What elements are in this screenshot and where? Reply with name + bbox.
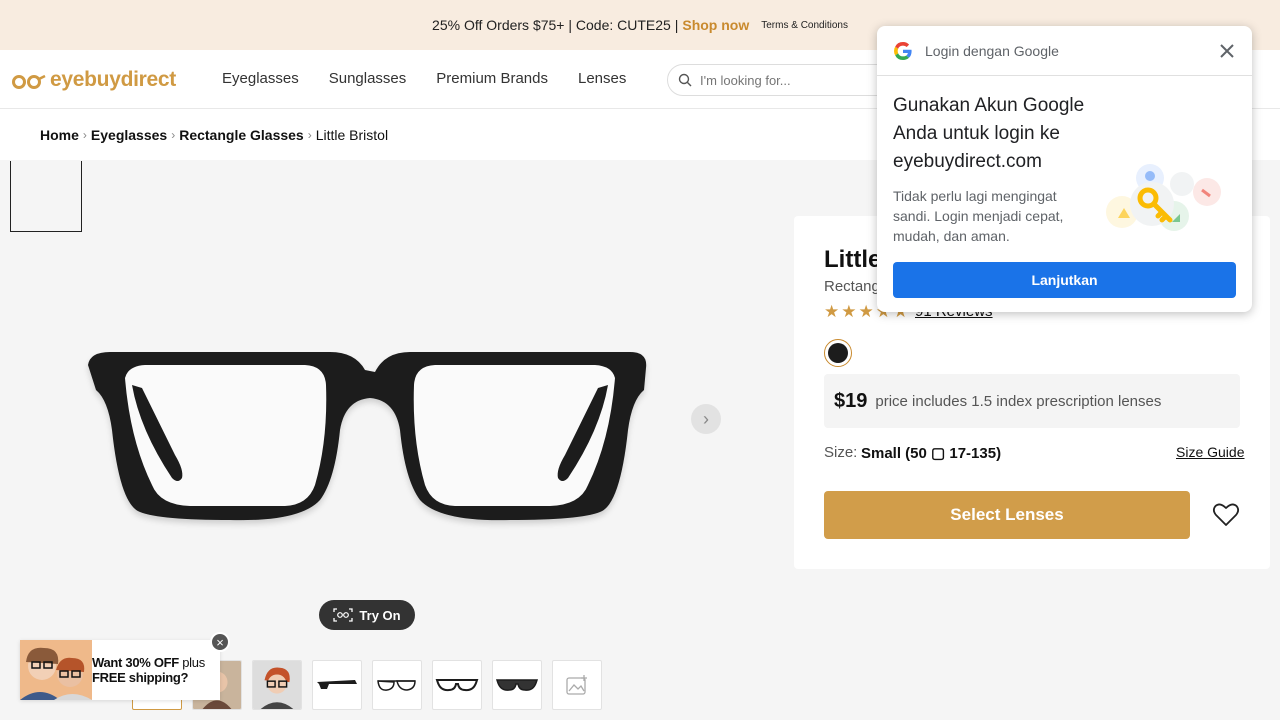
google-popup-description: Tidak perlu lagi mengingat sandi. Login … — [893, 188, 1064, 244]
google-popup-title: Login dengan Google — [925, 42, 1059, 59]
color-swatch-black[interactable] — [824, 339, 852, 367]
favorite-heart-icon[interactable] — [1212, 501, 1240, 529]
star-icon: ★ — [858, 302, 874, 321]
glasses-angle-thumbnail — [377, 680, 416, 691]
nav-eyeglasses[interactable]: Eyeglasses — [222, 70, 299, 87]
nav-premium-brands[interactable]: Premium Brands — [436, 70, 548, 87]
try-on-button[interactable]: Try On — [319, 600, 415, 630]
gallery-next-button[interactable]: › — [691, 404, 721, 434]
breadcrumb-separator-icon: › — [307, 127, 312, 142]
model-photo-thumbnail — [253, 661, 301, 709]
star-icon: ★ — [824, 302, 840, 321]
logo-glasses-icon — [12, 74, 46, 89]
thumbnail-7[interactable] — [492, 660, 542, 710]
nav-sunglasses[interactable]: Sunglasses — [329, 70, 407, 87]
google-login-popup: Login dengan Google Gunakan Akun Google … — [877, 26, 1252, 312]
promo-text: 25% Off Orders $75+ | Code: CUTE25 | — [432, 17, 679, 33]
add-photo-icon — [566, 675, 587, 695]
shop-now-link[interactable]: Shop now — [682, 17, 749, 33]
size-label: Size: — [824, 444, 858, 461]
google-popup-heading: Gunakan Akun Google Anda untuk login ke … — [893, 95, 1085, 172]
thumbnail-6[interactable] — [432, 660, 482, 710]
google-continue-button[interactable]: Lanjutkan — [893, 262, 1236, 298]
site-logo[interactable]: eyebuydirect — [12, 68, 176, 92]
google-popup-header: Login dengan Google — [877, 26, 1252, 76]
thumbnail-8[interactable] — [552, 660, 602, 710]
promo-models-image — [20, 640, 92, 700]
promo-popup-close-button[interactable]: × — [210, 632, 230, 652]
discount-promo-popup[interactable]: Want 30% OFF plus FREE shipping? — [20, 640, 220, 700]
breadcrumb-rectangle-glasses[interactable]: Rectangle Glasses — [179, 127, 304, 143]
logo-text: eyebuydirect — [50, 68, 176, 91]
face-scan-icon — [333, 608, 354, 622]
price-box: $19 price includes 1.5 index prescriptio… — [824, 374, 1240, 428]
size-guide-link[interactable]: Size Guide — [1176, 444, 1244, 460]
thumbnail-5[interactable] — [372, 660, 422, 710]
promo-popup-text: Want 30% OFF plus FREE shipping? — [92, 655, 205, 685]
breadcrumb-eyeglasses[interactable]: Eyeglasses — [91, 127, 167, 143]
product-glasses-image — [88, 352, 647, 521]
close-icon: × — [216, 634, 224, 650]
search-icon — [678, 73, 692, 87]
close-icon — [1220, 44, 1234, 58]
glasses-side-thumbnail — [317, 680, 357, 689]
color-swatch-dot — [828, 343, 848, 363]
promo-popup-offer: Want 30% OFF — [92, 655, 179, 670]
breadcrumb-separator-icon: › — [171, 127, 176, 142]
google-logo-icon — [894, 41, 912, 60]
key-illustration-icon — [1106, 164, 1221, 231]
select-lenses-button[interactable]: Select Lenses — [824, 491, 1190, 539]
sunglasses-thumbnail — [495, 679, 539, 691]
promo-popup-shipping: FREE shipping? — [92, 670, 189, 685]
google-popup-close-button[interactable] — [1216, 40, 1238, 62]
terms-link[interactable]: Terms & Conditions — [761, 20, 848, 31]
breadcrumb-current: Little Bristol — [315, 126, 389, 143]
promo-popup-plus: plus — [178, 655, 205, 670]
breadcrumb-home[interactable]: Home — [40, 127, 79, 143]
star-icon: ★ — [841, 302, 857, 321]
nav-lenses[interactable]: Lenses — [578, 70, 626, 87]
thumbnail-4[interactable] — [312, 660, 362, 710]
search-input[interactable] — [700, 72, 870, 88]
product-price: $19 — [834, 389, 868, 412]
chevron-right-icon: › — [703, 408, 709, 429]
price-note: price includes 1.5 index prescription le… — [875, 392, 1162, 410]
try-on-label: Try On — [359, 607, 401, 623]
breadcrumb-separator-icon: › — [82, 127, 87, 142]
glasses-front-thumbnail — [435, 679, 479, 692]
gallery-frame-corner — [10, 161, 82, 232]
main-nav: Eyeglasses Sunglasses Premium Brands Len… — [222, 70, 626, 87]
thumbnail-3[interactable] — [252, 660, 302, 710]
size-value: Small (50 ▢ 17-135) — [861, 445, 1002, 462]
